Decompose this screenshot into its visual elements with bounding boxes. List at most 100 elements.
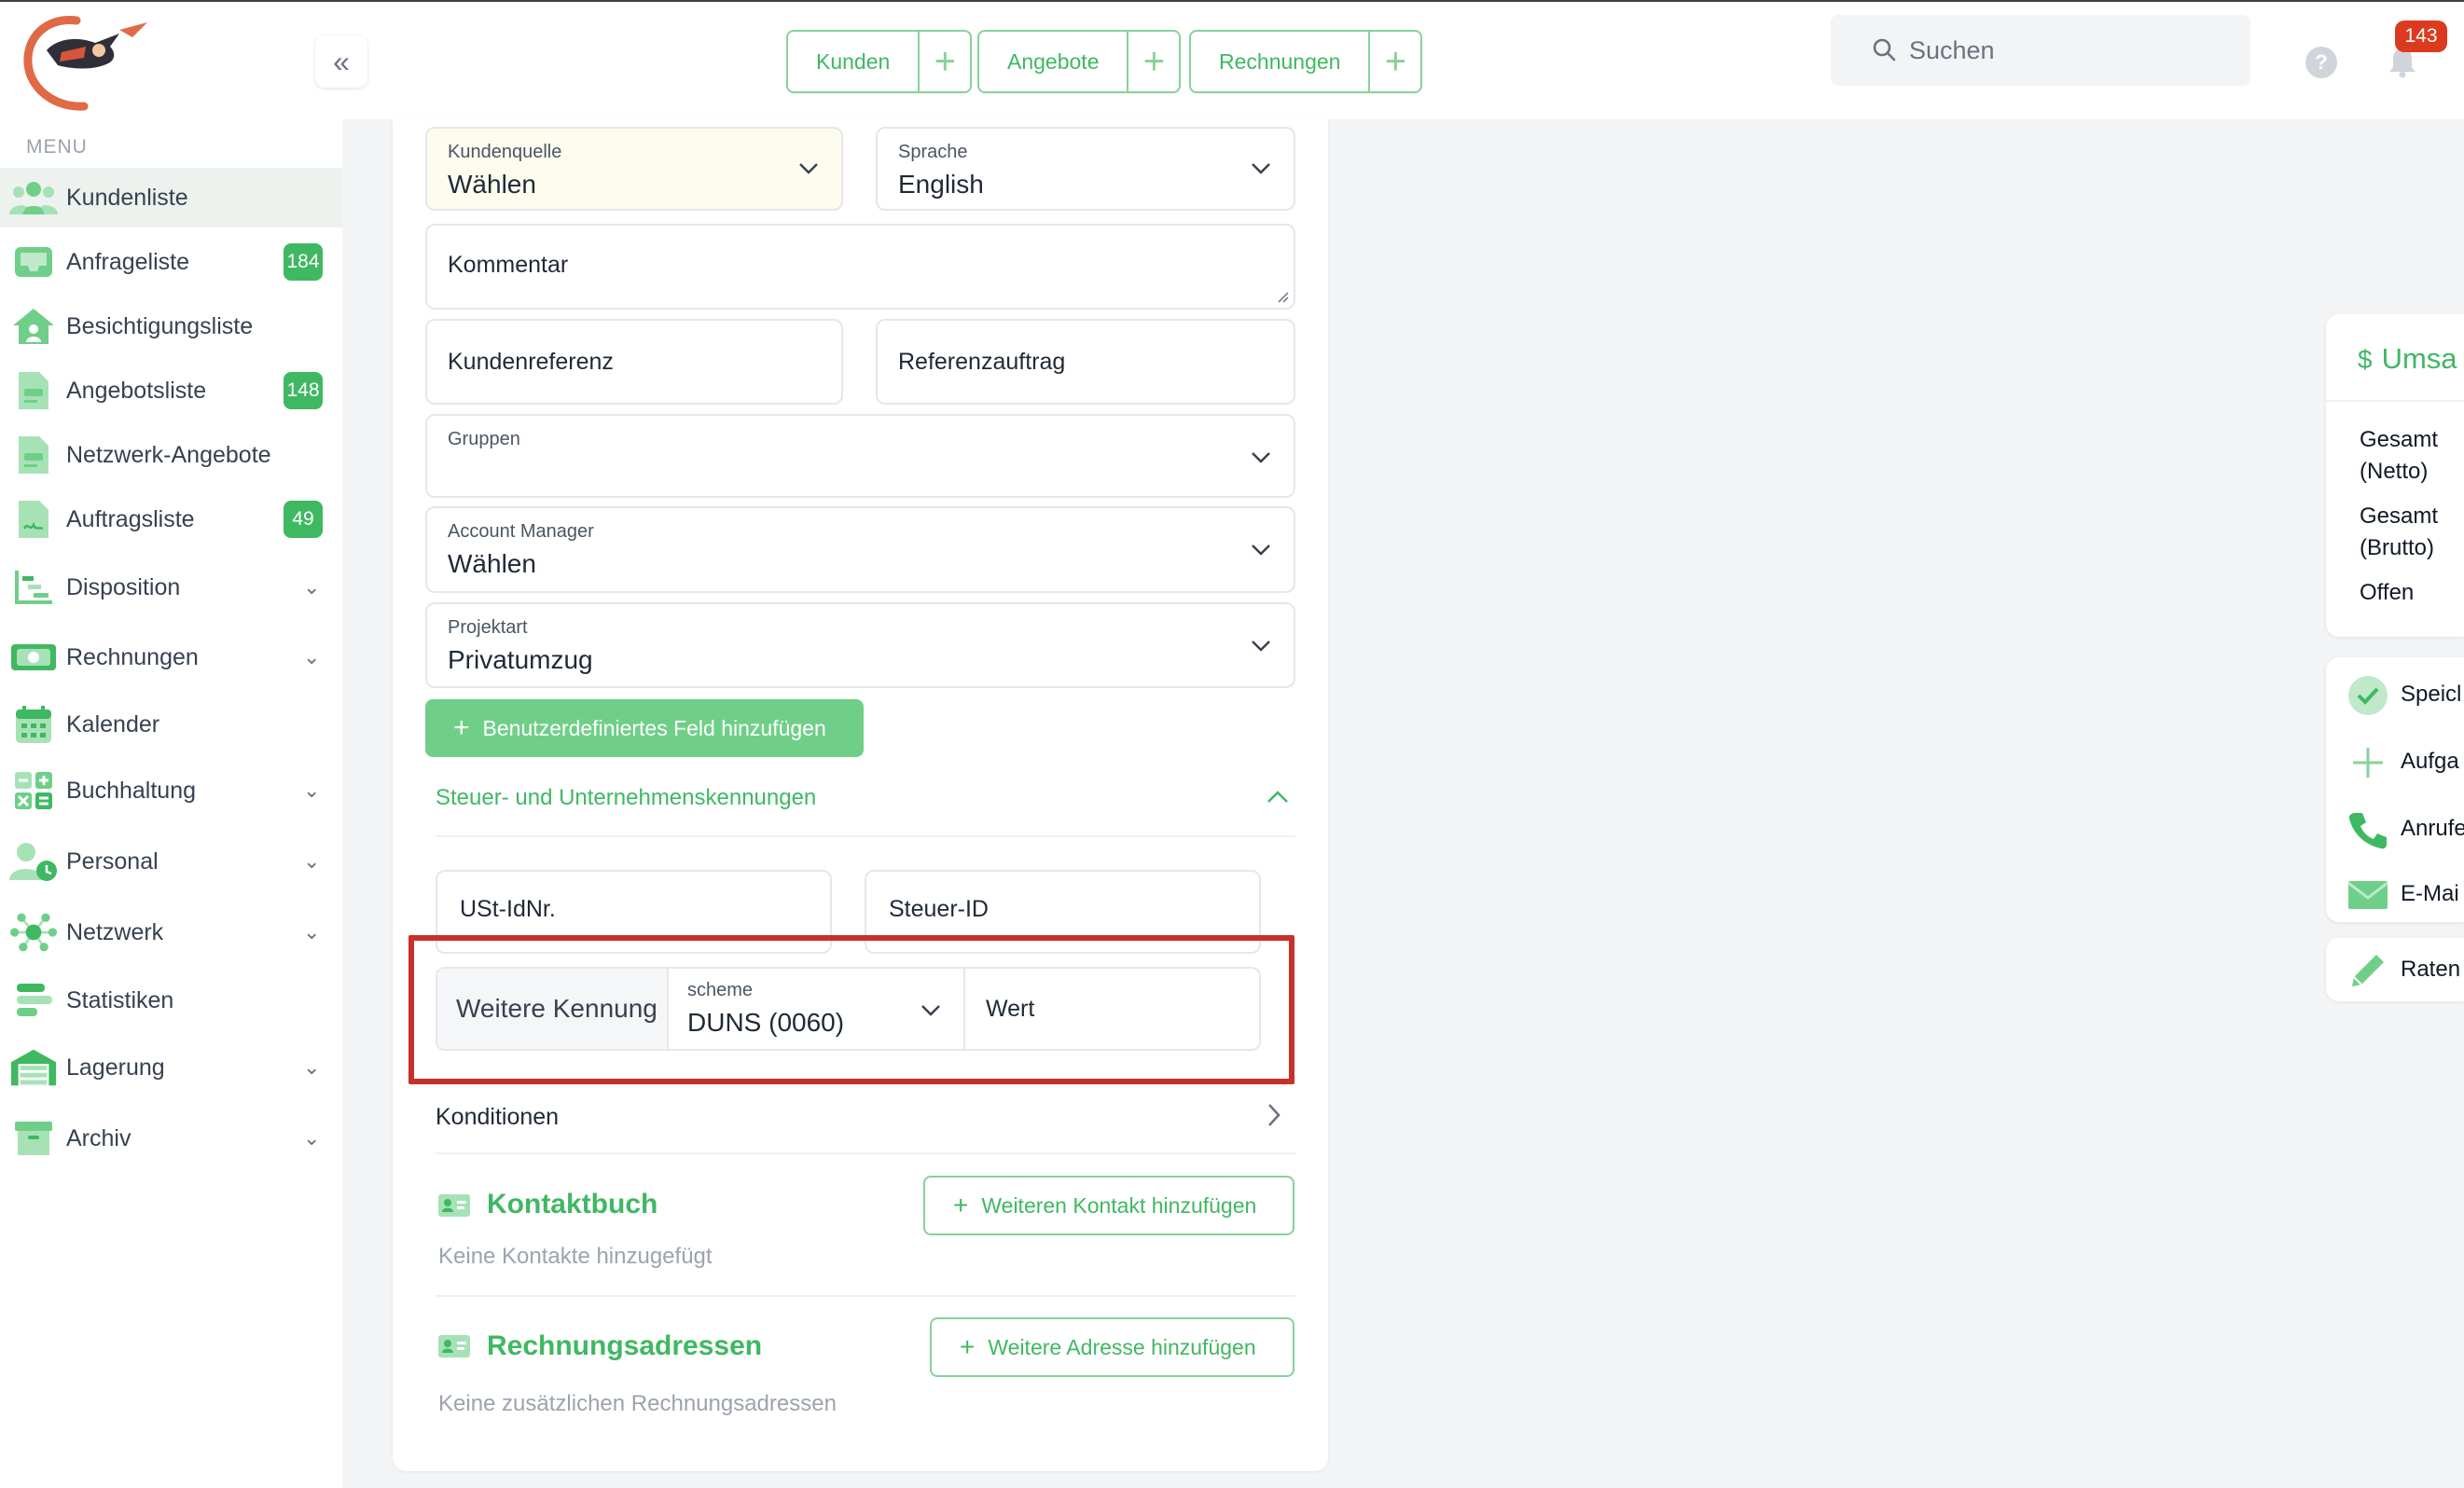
person-clock-icon bbox=[9, 840, 58, 883]
bar-chart-icon bbox=[9, 979, 58, 1022]
collapse-sidebar-button[interactable]: « bbox=[315, 35, 367, 88]
sidebar-item-angebotsliste[interactable]: Angebotsliste 148 bbox=[0, 361, 342, 420]
sprache-select[interactable]: Sprache English bbox=[876, 127, 1295, 211]
sidebar-item-netzwerk-angebote[interactable]: Netzwerk-Angebote bbox=[0, 425, 342, 485]
tax-section-toggle[interactable]: Steuer- und Unternehmenskennungen bbox=[436, 785, 816, 811]
speichern-label: Speicl bbox=[2401, 682, 2462, 707]
sidebar-item-label: Kalender bbox=[66, 710, 160, 737]
add-contact-label: Weiteren Kontakt hinzufügen bbox=[981, 1192, 1257, 1218]
sidebar-item-label: Angebotsliste bbox=[66, 377, 207, 404]
sidebar-item-lagerung[interactable]: Lagerung ⌄ bbox=[0, 1038, 342, 1097]
search-input[interactable]: Suchen bbox=[1831, 15, 2250, 86]
warehouse-icon bbox=[9, 1046, 58, 1089]
angebote-quick-link[interactable]: Angebote bbox=[979, 32, 1129, 91]
count-badge: 184 bbox=[284, 243, 323, 281]
plus-icon bbox=[2346, 741, 2389, 784]
kommentar-textarea[interactable]: Kommentar bbox=[425, 224, 1295, 310]
sprache-value: English bbox=[898, 170, 984, 199]
network-icon bbox=[9, 911, 58, 954]
inbox-icon bbox=[9, 241, 58, 283]
projektart-label: Projektart bbox=[448, 617, 528, 638]
dollar-icon: $ bbox=[2358, 345, 2373, 374]
gruppen-label: Gruppen bbox=[448, 429, 520, 449]
sidebar-item-label: Anfrageliste bbox=[66, 248, 190, 275]
referenzauftrag-input[interactable]: Referenzauftrag bbox=[876, 319, 1295, 405]
projektart-select[interactable]: Projektart Privatumzug bbox=[425, 602, 1295, 688]
konditionen-toggle[interactable]: Konditionen bbox=[436, 1104, 559, 1131]
resize-handle-icon[interactable] bbox=[1275, 289, 1290, 304]
chevron-down-icon: ⌄ bbox=[303, 778, 321, 802]
kommentar-placeholder: Kommentar bbox=[448, 252, 569, 278]
top-header: « Kunden + Angebote + Rechnungen + Suche… bbox=[0, 2, 2464, 119]
sidebar-item-statistiken[interactable]: Statistiken bbox=[0, 971, 342, 1030]
account-manager-select[interactable]: Account Manager Wählen bbox=[425, 506, 1295, 593]
sidebar-item-netzwerk[interactable]: Netzwerk ⌄ bbox=[0, 902, 342, 962]
rechnungsadressen-title: Rechnungsadressen bbox=[487, 1330, 763, 1361]
users-icon bbox=[9, 176, 58, 219]
document-icon bbox=[9, 369, 58, 412]
aufgabe-action[interactable]: Aufga bbox=[2326, 734, 2464, 790]
chevron-up-icon[interactable] bbox=[1267, 789, 1289, 804]
chevron-right-icon[interactable] bbox=[1267, 1103, 1281, 1127]
account-manager-value: Wählen bbox=[448, 549, 536, 578]
sidebar-item-anfrageliste[interactable]: Anfrageliste 184 bbox=[0, 232, 342, 292]
divider bbox=[436, 1152, 1295, 1154]
sidebar-item-label: Archiv bbox=[66, 1124, 132, 1151]
chevron-down-icon bbox=[1252, 641, 1270, 652]
speichern-action[interactable]: Speicl bbox=[2326, 667, 2464, 723]
revenue-row-netto: Gesamt (Netto) bbox=[2360, 427, 2439, 484]
add-contact-button[interactable]: + Weiteren Kontakt hinzufügen bbox=[923, 1176, 1294, 1235]
anrufen-action[interactable]: Anrufe bbox=[2326, 801, 2464, 857]
sidebar-item-auftragsliste[interactable]: Auftragsliste 49 bbox=[0, 489, 342, 549]
money-icon bbox=[9, 636, 58, 679]
chevron-down-icon: ⌄ bbox=[303, 849, 321, 873]
kundenreferenz-input[interactable]: Kundenreferenz bbox=[425, 319, 843, 405]
add-address-button[interactable]: + Weitere Adresse hinzufügen bbox=[930, 1317, 1294, 1377]
plus-icon: + bbox=[953, 1191, 969, 1219]
sidebar-item-kalender[interactable]: Kalender bbox=[0, 695, 342, 754]
sidebar-item-buchhaltung[interactable]: Buchhaltung ⌄ bbox=[0, 761, 342, 820]
sidebar-item-kundenliste[interactable]: Kundenliste bbox=[0, 168, 342, 227]
kundenreferenz-placeholder: Kundenreferenz bbox=[448, 349, 614, 375]
add-custom-field-button[interactable]: + Benutzerdefiniertes Feld hinzufügen bbox=[425, 699, 864, 757]
add-kunde-plus-icon[interactable]: + bbox=[920, 32, 970, 91]
sidebar-item-besichtigungsliste[interactable]: Besichtigungsliste bbox=[0, 296, 342, 356]
sidebar-item-label: Lagerung bbox=[66, 1054, 165, 1081]
kundenquelle-select[interactable]: Kundenquelle Wählen bbox=[425, 127, 843, 211]
kontaktbuch-empty-text: Keine Kontakte hinzugefügt bbox=[438, 1244, 713, 1269]
sidebar-item-label: Disposition bbox=[66, 573, 181, 600]
plus-icon: + bbox=[960, 1332, 976, 1361]
kunden-quick-link[interactable]: Kunden bbox=[788, 32, 921, 91]
kundenquelle-label: Kundenquelle bbox=[448, 142, 562, 162]
chevron-down-icon bbox=[1252, 163, 1270, 174]
email-label: E-Mai bbox=[2401, 881, 2459, 906]
add-custom-field-label: Benutzerdefiniertes Feld hinzufügen bbox=[482, 715, 826, 740]
email-action[interactable]: E-Mai bbox=[2326, 866, 2464, 922]
chevron-down-icon: ⌄ bbox=[303, 1126, 321, 1150]
projektart-value: Privatumzug bbox=[448, 645, 593, 674]
sidebar-item-disposition[interactable]: Disposition ⌄ bbox=[0, 558, 342, 617]
sprache-label: Sprache bbox=[898, 142, 968, 162]
rechnungen-quick-link[interactable]: Rechnungen bbox=[1191, 32, 1371, 91]
sidebar-item-label: Netzwerk-Angebote bbox=[66, 441, 271, 468]
double-chevron-left-icon: « bbox=[333, 44, 350, 78]
gruppen-select[interactable]: Gruppen bbox=[425, 414, 1295, 498]
gantt-icon bbox=[9, 566, 58, 609]
sidebar-item-label: Kundenliste bbox=[66, 184, 188, 211]
sidebar: MENU Kundenliste Anfrageliste 184 Besich… bbox=[0, 119, 342, 1488]
help-icon[interactable]: ? bbox=[2305, 47, 2337, 78]
revenue-row-brutto: Gesamt (Brutto) bbox=[2360, 503, 2439, 560]
sidebar-item-rechnungen[interactable]: Rechnungen ⌄ bbox=[0, 627, 342, 687]
add-rechnung-plus-icon[interactable]: + bbox=[1370, 32, 1420, 91]
add-angebot-plus-icon[interactable]: + bbox=[1128, 32, 1179, 91]
sidebar-item-personal[interactable]: Personal ⌄ bbox=[0, 832, 342, 891]
company-logo[interactable] bbox=[19, 9, 149, 114]
archive-icon bbox=[9, 1117, 58, 1160]
raten-action[interactable]: Raten bbox=[2326, 942, 2464, 998]
sidebar-item-archiv[interactable]: Archiv ⌄ bbox=[0, 1109, 342, 1168]
raten-panel[interactable]: Raten bbox=[2326, 938, 2464, 1001]
revenue-title-text: Umsa bbox=[2381, 342, 2457, 375]
quick-add-kunden: Kunden + bbox=[786, 30, 973, 93]
actions-panel: Speicl Aufga Anrufe E-Mai bbox=[2326, 657, 2464, 922]
chevron-down-icon: ⌄ bbox=[303, 645, 321, 668]
